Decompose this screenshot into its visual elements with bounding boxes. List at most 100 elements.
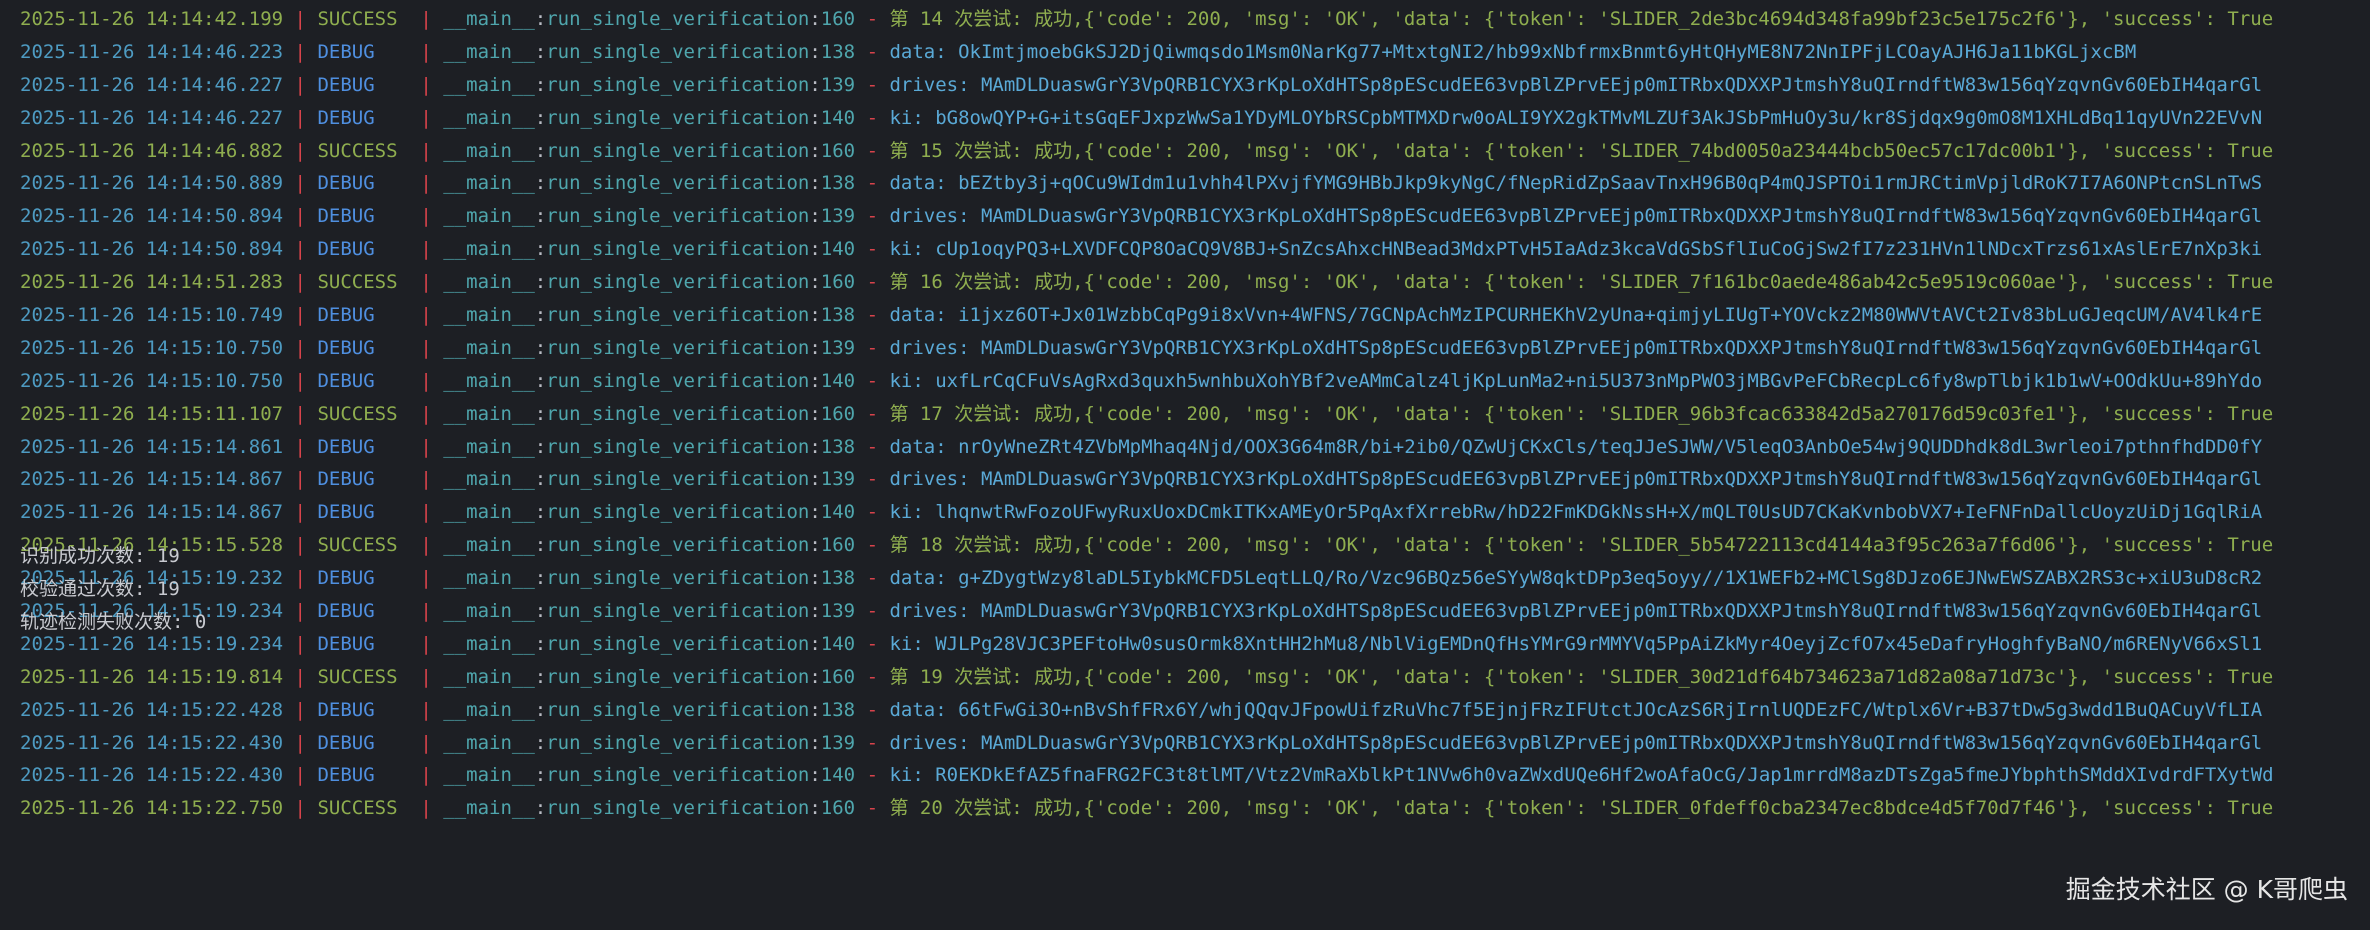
terminal-console[interactable]: 2025-11-26 14:14:42.199 | SUCCESS | __ma… <box>0 0 2370 930</box>
log-module: __main__ <box>443 271 535 294</box>
log-line-number: 138 <box>820 435 856 458</box>
log-level: DEBUG <box>317 172 375 195</box>
log-timestamp: 2025-11-26 14:14:46.882 <box>20 139 284 162</box>
log-separator: | <box>408 468 444 491</box>
log-line: 2025-11-26 14:15:15.528 | SUCCESS | __ma… <box>20 529 2370 562</box>
log-dash: - <box>855 40 890 63</box>
log-timestamp: 2025-11-26 14:15:10.749 <box>20 304 284 327</box>
log-colon: : <box>809 435 821 458</box>
log-module: __main__ <box>443 764 535 787</box>
log-level: SUCCESS <box>317 271 398 294</box>
log-message: drives: MAmDLDuaswGrY3VpQRB1CYX3rKpLoXdH… <box>889 468 2263 491</box>
log-line: 2025-11-26 14:14:46.227 | DEBUG | __main… <box>20 69 2370 102</box>
log-colon: : <box>809 271 821 294</box>
log-separator: | <box>408 369 444 392</box>
log-message: 第 16 次尝试: 成功,{'code': 200, 'msg': 'OK', … <box>889 271 2274 294</box>
log-dash: - <box>855 402 890 425</box>
log-level: DEBUG <box>317 205 375 228</box>
log-dash: - <box>855 106 890 129</box>
log-message: data: bEZtby3j+qOCu9WIdm1u1vhh4lPXvjfYMG… <box>889 172 2263 195</box>
log-line: 2025-11-26 14:15:10.750 | DEBUG | __main… <box>20 365 2370 398</box>
log-line: 2025-11-26 14:14:50.894 | DEBUG | __main… <box>20 200 2370 233</box>
log-timestamp: 2025-11-26 14:14:46.223 <box>20 40 284 63</box>
log-colon: : <box>534 369 547 392</box>
log-colon: : <box>809 797 821 820</box>
log-module: __main__ <box>443 106 535 129</box>
log-dash: - <box>855 698 890 721</box>
log-module: __main__ <box>443 369 535 392</box>
log-line-number: 140 <box>820 501 856 524</box>
log-line: 2025-11-26 14:14:51.283 | SUCCESS | __ma… <box>20 266 2370 299</box>
log-line-number: 139 <box>820 600 856 623</box>
log-function: run_single_verification <box>546 534 810 557</box>
log-timestamp: 2025-11-26 14:15:22.750 <box>20 797 284 820</box>
log-function: run_single_verification <box>546 238 810 261</box>
log-dash: - <box>855 501 890 524</box>
log-separator: | <box>283 665 318 688</box>
log-level: DEBUG <box>317 73 375 96</box>
log-timestamp: 2025-11-26 14:14:50.894 <box>20 238 284 261</box>
log-colon: : <box>809 764 821 787</box>
log-line-number: 160 <box>820 665 856 688</box>
log-line: 2025-11-26 14:15:22.430 | DEBUG | __main… <box>20 759 2370 792</box>
log-colon: : <box>809 139 821 162</box>
log-level: DEBUG <box>317 731 375 754</box>
log-function: run_single_verification <box>546 172 810 195</box>
log-dash: - <box>855 632 890 655</box>
log-line: 2025-11-26 14:14:50.889 | DEBUG | __main… <box>20 167 2370 200</box>
log-level: DEBUG <box>317 369 375 392</box>
log-separator: | <box>408 600 444 623</box>
log-separator: | <box>408 205 444 228</box>
log-level: DEBUG <box>317 567 375 590</box>
log-colon: : <box>534 106 547 129</box>
log-separator: | <box>283 106 318 129</box>
log-function: run_single_verification <box>546 468 810 491</box>
log-colon: : <box>809 8 821 30</box>
log-line: 2025-11-26 14:14:46.223 | DEBUG | __main… <box>20 36 2370 69</box>
log-separator: | <box>408 40 444 63</box>
log-separator: | <box>408 435 444 458</box>
summary-recognized: 识别成功次数: 19 <box>20 545 180 567</box>
log-line: 2025-11-26 14:14:46.882 | SUCCESS | __ma… <box>20 135 2370 168</box>
log-module: __main__ <box>443 698 535 721</box>
log-separator: | <box>283 139 318 162</box>
log-colon: : <box>534 731 547 754</box>
log-level: DEBUG <box>317 238 375 261</box>
log-colon: : <box>534 336 547 359</box>
log-level: DEBUG <box>317 40 375 63</box>
log-separator: | <box>283 73 318 96</box>
log-colon: : <box>809 106 821 129</box>
log-message: data: nrOyWneZRt4ZVbMpMhaq4Njd/OOX3G64m8… <box>889 435 2263 458</box>
log-separator: | <box>283 468 318 491</box>
log-message: ki: R0EKDkEfAZ5fnaFRG2FC3t8tlMT/Vtz2VmRa… <box>889 764 2274 787</box>
log-line-number: 139 <box>820 468 856 491</box>
log-line: 2025-11-26 14:15:19.234 | DEBUG | __main… <box>20 595 2370 628</box>
log-colon: : <box>534 435 547 458</box>
log-timestamp: 2025-11-26 14:14:50.889 <box>20 172 284 195</box>
log-level: DEBUG <box>317 304 375 327</box>
log-timestamp: 2025-11-26 14:15:19.814 <box>20 665 284 688</box>
log-function: run_single_verification <box>546 73 810 96</box>
log-dash: - <box>855 172 890 195</box>
log-separator: | <box>283 304 318 327</box>
log-line-number: 138 <box>820 304 856 327</box>
log-line: 2025-11-26 14:15:14.867 | DEBUG | __main… <box>20 496 2370 529</box>
log-output: 2025-11-26 14:14:42.199 | SUCCESS | __ma… <box>20 3 2370 825</box>
log-dash: - <box>855 8 890 30</box>
log-colon: : <box>534 271 547 294</box>
log-line-number: 160 <box>820 797 856 820</box>
log-timestamp: 2025-11-26 14:14:46.227 <box>20 73 284 96</box>
log-level: DEBUG <box>317 336 375 359</box>
log-colon: : <box>534 8 547 30</box>
log-colon: : <box>809 402 821 425</box>
log-dash: - <box>855 468 890 491</box>
log-colon: : <box>534 304 547 327</box>
log-line: 2025-11-26 14:15:22.430 | DEBUG | __main… <box>20 727 2370 760</box>
log-module: __main__ <box>443 73 535 96</box>
log-function: run_single_verification <box>546 567 810 590</box>
log-message: 第 18 次尝试: 成功,{'code': 200, 'msg': 'OK', … <box>889 534 2274 557</box>
log-colon: : <box>534 139 547 162</box>
log-colon: : <box>809 73 821 96</box>
log-line: 2025-11-26 14:15:22.428 | DEBUG | __main… <box>20 694 2370 727</box>
log-message: 第 15 次尝试: 成功,{'code': 200, 'msg': 'OK', … <box>889 139 2274 162</box>
